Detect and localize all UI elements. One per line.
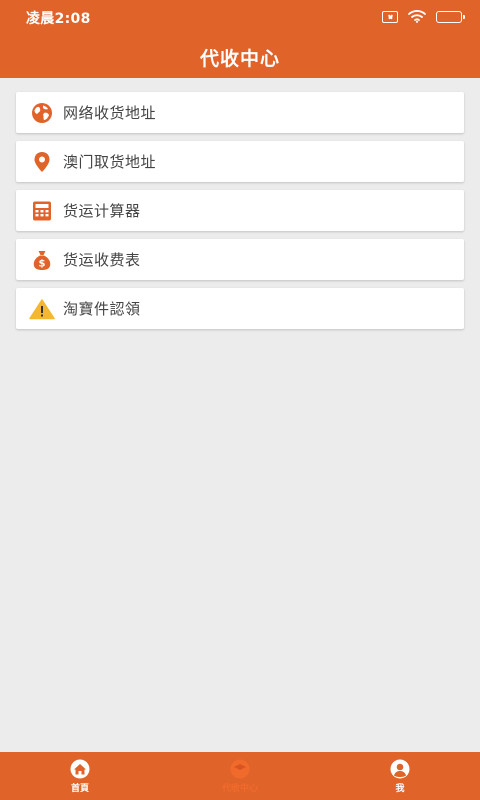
battery-percent: 100 — [440, 12, 458, 21]
nav-label: 首頁 — [70, 783, 89, 794]
battery-tip — [463, 15, 465, 19]
app-header: 凌晨2:08 100 代收中心 — [0, 0, 480, 78]
bottom-nav: 首頁 代收中心 我 — [0, 752, 480, 800]
menu-list: 网络收货地址 澳门取货地址 货运计算器 $ 货运收费表 淘寶件認領 — [16, 92, 464, 337]
status-bar: 凌晨2:08 100 — [0, 0, 480, 34]
no-sim-icon — [382, 11, 398, 23]
home-icon — [69, 759, 91, 779]
menu-item-label: 货运收费表 — [63, 251, 141, 269]
globe-icon — [31, 102, 53, 124]
menu-item-freight-calculator[interactable]: 货运计算器 — [16, 190, 464, 231]
menu-item-label: 淘寶件認領 — [63, 300, 141, 318]
calculator-icon — [31, 200, 53, 222]
status-time: 凌晨2:08 — [26, 11, 91, 27]
menu-item-label: 网络收货地址 — [63, 104, 157, 122]
menu-item-taobao-claim[interactable]: 淘寶件認領 — [16, 288, 464, 329]
menu-item-freight-rates[interactable]: $ 货运收费表 — [16, 239, 464, 280]
nav-collection-center[interactable]: 代收中心 — [160, 752, 320, 800]
menu-item-macau-pickup[interactable]: 澳门取货地址 — [16, 141, 464, 182]
location-pin-icon — [31, 151, 53, 173]
menu-item-network-address[interactable]: 网络收货地址 — [16, 92, 464, 133]
wifi-icon — [408, 8, 426, 27]
money-bag-icon: $ — [31, 249, 53, 271]
package-icon — [229, 759, 251, 779]
page-title: 代收中心 — [199, 48, 280, 70]
nav-label: 我 — [395, 783, 405, 794]
warning-icon — [29, 298, 55, 320]
svg-text:$: $ — [39, 258, 46, 269]
nav-me[interactable]: 我 — [320, 752, 480, 800]
nav-home[interactable]: 首頁 — [0, 752, 160, 800]
nav-label: 代收中心 — [221, 783, 258, 794]
user-icon — [389, 759, 411, 779]
battery-icon: 100 — [436, 11, 465, 23]
menu-item-label: 货运计算器 — [63, 202, 141, 220]
menu-item-label: 澳门取货地址 — [63, 153, 157, 171]
status-icons: 100 — [382, 8, 465, 27]
